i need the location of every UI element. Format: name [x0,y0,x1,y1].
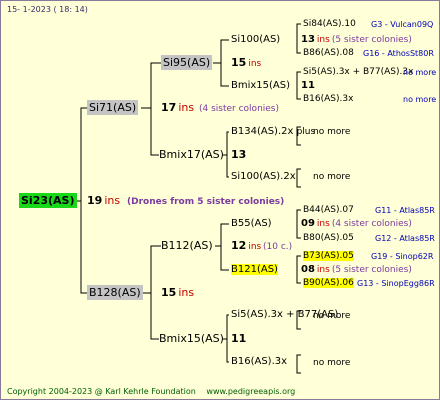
dd-gen: 11 [231,332,247,345]
sss-gen: 13 ins (5 sister colonies) [301,33,412,47]
gen4-name-2[interactable]: B86(AS).08 [303,46,354,60]
ds-gen-num: 12 [231,239,247,252]
dsd-sisters: (5 sister colonies) [331,265,412,275]
gen4-code-6: G12 - Atlas85R [375,234,435,243]
sdd-nomore: no more [313,172,351,182]
copyright: Copyright 2004-2023 @ Karl Kehrle Founda… [7,385,295,399]
site-link[interactable]: www.pedigreeapis.org [206,387,295,396]
sire-name: Si71(AS) [87,100,139,115]
dss-sisters: (4 sister colonies) [331,219,412,229]
ds-sisters: (10 c.) [263,242,293,252]
sds-nomore: no more [313,127,351,137]
dsd-queen[interactable]: B121(AS) [231,263,278,277]
gen4-name-8[interactable]: B90(AS).06 [303,276,354,290]
sss-ins: ins [316,35,330,45]
sd-queen[interactable]: Bmix17(AS) [159,148,224,162]
dd-queen[interactable]: Bmix15(AS) [159,332,224,346]
sd-gen: 13 [231,148,247,161]
dam-gen: 15 ins [161,286,194,300]
gen4-code-1: G3 - Vulcan09Q [371,20,434,29]
ss-name: Si95(AS) [161,55,213,70]
gen4-code-3: no more [403,68,437,77]
dam-ins: ins [178,286,195,299]
sds-queen[interactable]: B134(AS).2x plus [231,125,315,139]
root-gen-num: 19 [87,194,103,207]
sire-queen[interactable]: Si71(AS) [87,100,139,115]
dam-queen[interactable]: B128(AS) [87,285,143,300]
copyright-text: Copyright 2004-2023 @ Karl Kehrle Founda… [7,387,196,396]
gen4-code-5: G11 - Atlas85R [375,206,435,215]
sire-gen: 17 ins [161,101,194,115]
ss-gen: 15 ins [231,56,261,71]
root-ins: ins [104,194,121,207]
dds-nomore: no more [313,311,351,321]
gen4-name-6[interactable]: B80(AS).05 [303,231,354,245]
gen4-name-4[interactable]: B16(AS).3x [303,92,353,106]
sire-ins: ins [178,101,195,114]
dsd-name: B121(AS) [231,264,278,275]
dam-gen-num: 15 [161,286,177,299]
dsd-gen-num: 08 [301,264,315,275]
root-gen: 19 ins [87,194,120,208]
dss-gen-num: 09 [301,218,315,229]
sss-gen-num: 13 [301,34,315,45]
gen4-name-5[interactable]: B44(AS).07 [303,203,354,217]
ddd-queen[interactable]: B16(AS).3x [231,355,287,369]
gen4-code-2: G16 - AthosSt80R [363,49,434,58]
gen4-name-3[interactable]: Si5(AS).3x + B77(AS).3x [303,65,413,79]
ds-gen: 12 ins [231,239,261,254]
ds-ins: ins [248,242,262,252]
gen4-name-8-text: B90(AS).06 [303,278,354,288]
dsd-gen: 08 ins (5 sister colonies) [301,263,412,277]
ddd-nomore: no more [313,358,351,368]
dss-queen[interactable]: B55(AS) [231,217,272,231]
root-name: Si23(AS) [19,193,77,208]
sss-sisters: (5 sister colonies) [331,35,412,45]
ds-queen[interactable]: B112(AS) [161,239,213,253]
dsd-ins: ins [316,265,330,275]
ss-ins: ins [248,59,262,69]
gen4-name-7-text: B73(AS).05 [303,251,354,261]
gen4-code-4: no more [403,95,437,104]
sss-queen[interactable]: Si100(AS) [231,33,280,47]
sds-name: B134(AS).2x [231,126,294,137]
date-stamp: 15- 1-2023 ( 18: 14) [7,5,88,14]
ssd-queen[interactable]: Bmix15(AS) [231,79,290,93]
ss-gen-num: 15 [231,56,247,69]
gen4-name-1[interactable]: Si84(AS).10 [303,17,356,31]
root-sisters: (Drones from 5 sister colonies) [127,197,285,207]
root-queen[interactable]: Si23(AS) [19,193,77,208]
ssd-gen: 11 [301,80,315,91]
sire-gen-num: 17 [161,101,177,114]
gen4-name-7[interactable]: B73(AS).05 [303,249,354,263]
sire-sisters: (4 sister colonies) [199,104,280,114]
gen4-code-7: G19 - Sinop62R [371,252,434,261]
sdd-queen[interactable]: Si100(AS).2x [231,170,296,184]
gen4-code-8: G13 - SinopEgg86R [357,279,435,288]
dss-ins: ins [316,219,330,229]
pedigree-frame: 15- 1-2023 ( 18: 14) Copyright 2004-2023… [0,0,440,400]
dam-name: B128(AS) [87,285,143,300]
ss-queen[interactable]: Si95(AS) [161,55,213,70]
dss-gen: 09 ins (4 sister colonies) [301,217,412,231]
